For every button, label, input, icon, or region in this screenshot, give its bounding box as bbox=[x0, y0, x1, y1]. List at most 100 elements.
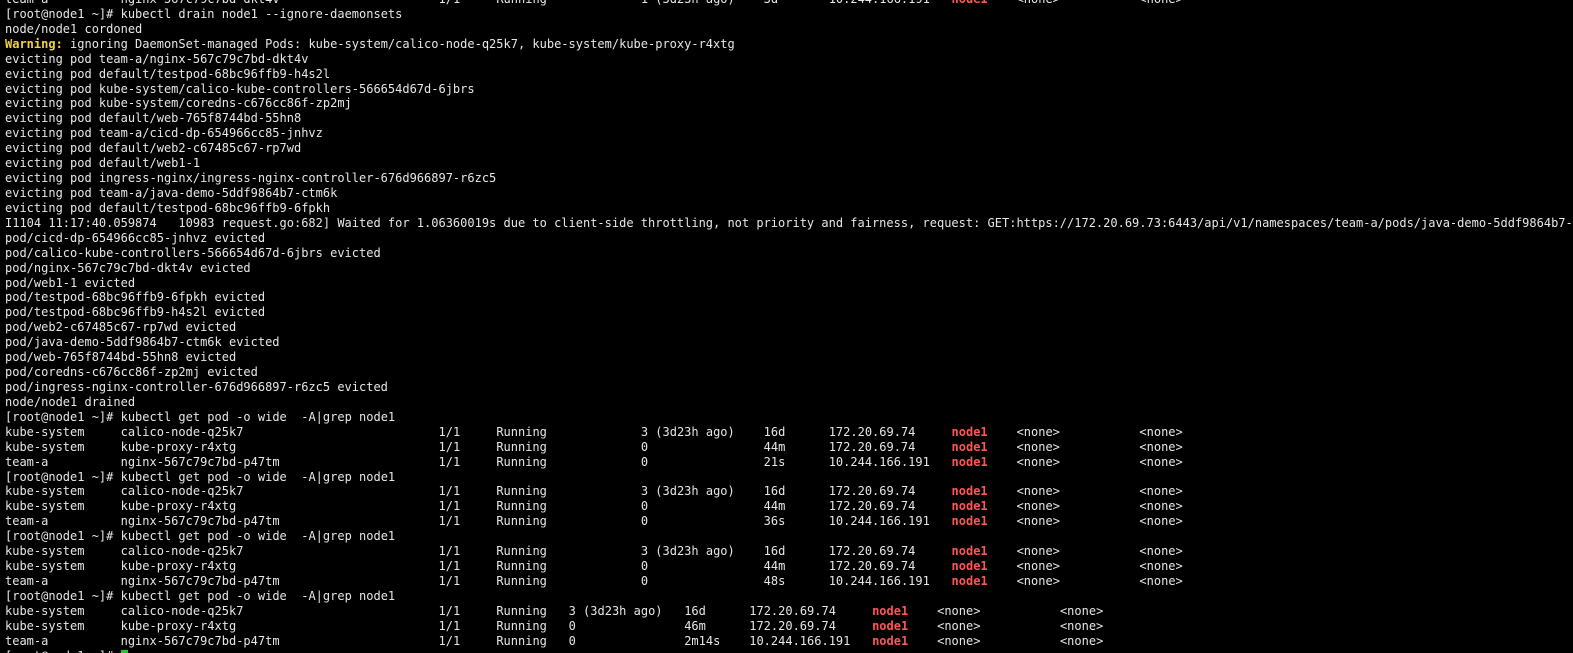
pod-table-row: team-a nginx-567c79c7bd-p47tm 1/1 Runnin… bbox=[0, 574, 1573, 589]
age-cell: 16d bbox=[763, 424, 786, 439]
nominated-node-cell: <none> bbox=[1016, 424, 1060, 439]
node-cell: node1 bbox=[952, 0, 988, 6]
readiness-gates-cell: <none> bbox=[1139, 573, 1183, 588]
readiness-gates-cell: <none> bbox=[1139, 499, 1183, 514]
pod-table-row: kube-system kube-proxy-r4xtg 1/1 Running… bbox=[0, 440, 1573, 455]
shell-prompt: [root@node1 ~]# bbox=[5, 6, 114, 21]
output-text: evicting pod default/web1-1 bbox=[5, 156, 201, 171]
pod-table-row: kube-system calico-node-q25k7 1/1 Runnin… bbox=[0, 484, 1573, 499]
pod-name-cell: nginx-567c79c7bd-dkt4v bbox=[121, 0, 280, 6]
restarts-cell: 0 bbox=[640, 454, 649, 469]
output-line: node/node1 cordoned bbox=[0, 22, 1573, 37]
pod-name-cell: nginx-567c79c7bd-p47tm bbox=[120, 573, 280, 588]
ip-cell: 172.20.69.74 bbox=[749, 618, 836, 633]
command-text: kubectl get pod -o wide -A|grep node1 bbox=[120, 529, 396, 544]
prompt-line-current: [root@node1 ~]# bbox=[0, 649, 1573, 653]
node-cell: node1 bbox=[951, 544, 988, 559]
shell-prompt: [root@node1 ~]# bbox=[5, 588, 114, 603]
terminal-window[interactable]: team-a nginx-567c79c7bd-dkt4v 1/1 Runnin… bbox=[0, 0, 1573, 653]
readiness-gates-cell: <none> bbox=[1139, 454, 1183, 469]
namespace-cell: team-a bbox=[5, 633, 49, 648]
readiness-gates-cell: <none> bbox=[1139, 514, 1183, 529]
node-cell: node1 bbox=[951, 573, 988, 588]
output-line: pod/testpod-68bc96ffb9-h4s2l evicted bbox=[0, 305, 1573, 320]
command-text: kubectl get pod -o wide -A|grep node1 bbox=[120, 588, 396, 603]
nominated-node-cell: <none> bbox=[937, 618, 981, 633]
status-cell: Running bbox=[496, 559, 547, 574]
age-cell: 21s bbox=[763, 454, 786, 469]
restarts-cell: 3 (3d23h ago) bbox=[640, 484, 735, 499]
readiness-gates-cell: <none> bbox=[1139, 559, 1183, 574]
command-text: kubectl get pod -o wide -A|grep node1 bbox=[120, 409, 396, 424]
ready-cell: 1/1 bbox=[438, 573, 461, 588]
ip-cell: 172.20.69.74 bbox=[828, 439, 916, 454]
namespace-cell: kube-system bbox=[5, 424, 85, 439]
readiness-gates-cell: <none> bbox=[1139, 439, 1183, 454]
node-cell: node1 bbox=[951, 484, 988, 499]
restarts-cell: 0 bbox=[640, 559, 649, 574]
restarts-cell: 0 bbox=[568, 618, 576, 633]
nominated-node-cell: <none> bbox=[1017, 0, 1060, 6]
readiness-gates-cell: <none> bbox=[1139, 544, 1183, 559]
pod-name-cell: nginx-567c79c7bd-p47tm bbox=[120, 633, 280, 648]
output-line: pod/java-demo-5ddf9864b7-ctm6k evicted bbox=[0, 335, 1573, 350]
shell-prompt: [root@node1 ~]# bbox=[5, 649, 113, 653]
warning-label: Warning: bbox=[5, 36, 63, 51]
pod-table-row: kube-system kube-proxy-r4xtg 1/1 Running… bbox=[0, 619, 1573, 634]
age-cell: 46m bbox=[684, 618, 706, 633]
ready-cell: 1/1 bbox=[438, 514, 461, 529]
ip-cell: 172.20.69.74 bbox=[828, 544, 916, 559]
status-cell: Running bbox=[496, 484, 547, 499]
readiness-gates-cell: <none> bbox=[1139, 424, 1183, 439]
ip-cell: 172.20.69.74 bbox=[828, 559, 916, 574]
output-line: pod/cicd-dp-654966cc85-jnhvz evicted bbox=[0, 231, 1573, 246]
restarts-cell: 3 (3d23h ago) bbox=[640, 424, 735, 439]
restarts-cell: 0 bbox=[640, 573, 649, 588]
output-text: pod/web2-c67485c67-rp7wd evicted bbox=[5, 320, 237, 335]
readiness-gates-cell: <none> bbox=[1059, 633, 1104, 648]
output-line: evicting pod kube-system/coredns-c676cc8… bbox=[0, 96, 1573, 111]
ip-cell: 10.244.166.191 bbox=[829, 0, 930, 6]
output-line: pod/coredns-c676cc86f-zp2mj evicted bbox=[0, 365, 1573, 380]
ready-cell: 1/1 bbox=[438, 633, 461, 648]
pod-table-row: kube-system calico-node-q25k7 1/1 Runnin… bbox=[0, 604, 1573, 619]
output-line: evicting pod default/web1-1 bbox=[0, 156, 1573, 171]
pod-name-cell: calico-node-q25k7 bbox=[120, 603, 244, 618]
output-line: I1104 11:17:40.059874 10983 request.go:6… bbox=[0, 216, 1573, 231]
output-line: evicting pod kube-system/calico-kube-con… bbox=[0, 82, 1573, 97]
ready-cell: 1/1 bbox=[438, 439, 461, 454]
command-line: [root@node1 ~]# kubectl get pod -o wide … bbox=[0, 470, 1573, 485]
ready-cell: 1/1 bbox=[438, 484, 461, 499]
status-cell: Running bbox=[496, 618, 547, 633]
restarts-cell: 0 bbox=[568, 633, 576, 648]
output-text: pod/coredns-c676cc86f-zp2mj evicted bbox=[5, 365, 258, 380]
output-text: pod/web-765f8744bd-55hn8 evicted bbox=[5, 350, 237, 365]
status-cell: Running bbox=[496, 0, 547, 6]
terminal-output: team-a nginx-567c79c7bd-dkt4v 1/1 Runnin… bbox=[0, 0, 1573, 653]
output-line: evicting pod team-a/cicd-dp-654966cc85-j… bbox=[0, 126, 1573, 141]
pod-name-cell: nginx-567c79c7bd-p47tm bbox=[120, 454, 280, 469]
readiness-gates-cell: <none> bbox=[1059, 618, 1104, 633]
command-text: kubectl drain node1 --ignore-daemonsets bbox=[120, 6, 403, 21]
node-cell: node1 bbox=[872, 603, 909, 618]
restarts-cell: 3 (3d23h ago) bbox=[568, 603, 663, 618]
output-text: evicting pod team-a/java-demo-5ddf9864b7… bbox=[5, 185, 338, 200]
pod-table-row: kube-system calico-node-q25k7 1/1 Runnin… bbox=[0, 544, 1573, 559]
namespace-cell: kube-system bbox=[5, 484, 85, 499]
ip-cell: 172.20.69.74 bbox=[828, 484, 916, 499]
status-cell: Running bbox=[496, 499, 547, 514]
command-line: [root@node1 ~]# kubectl get pod -o wide … bbox=[0, 410, 1573, 425]
age-cell: 48s bbox=[763, 573, 786, 588]
node-cell: node1 bbox=[951, 559, 988, 574]
output-text: pod/testpod-68bc96ffb9-6fpkh evicted bbox=[5, 290, 266, 305]
ip-cell: 172.20.69.74 bbox=[828, 499, 916, 514]
nominated-node-cell: <none> bbox=[937, 603, 981, 618]
status-cell: Running bbox=[496, 439, 547, 454]
namespace-cell: kube-system bbox=[5, 439, 85, 454]
output-line: pod/web1-1 evicted bbox=[0, 276, 1573, 291]
status-cell: Running bbox=[496, 424, 547, 439]
restarts-cell: 1 (3d23h ago) bbox=[641, 0, 735, 6]
nominated-node-cell: <none> bbox=[1016, 499, 1060, 514]
output-text: evicting pod team-a/nginx-567c79c7bd-dkt… bbox=[5, 51, 309, 66]
restarts-cell: 0 bbox=[640, 439, 649, 454]
